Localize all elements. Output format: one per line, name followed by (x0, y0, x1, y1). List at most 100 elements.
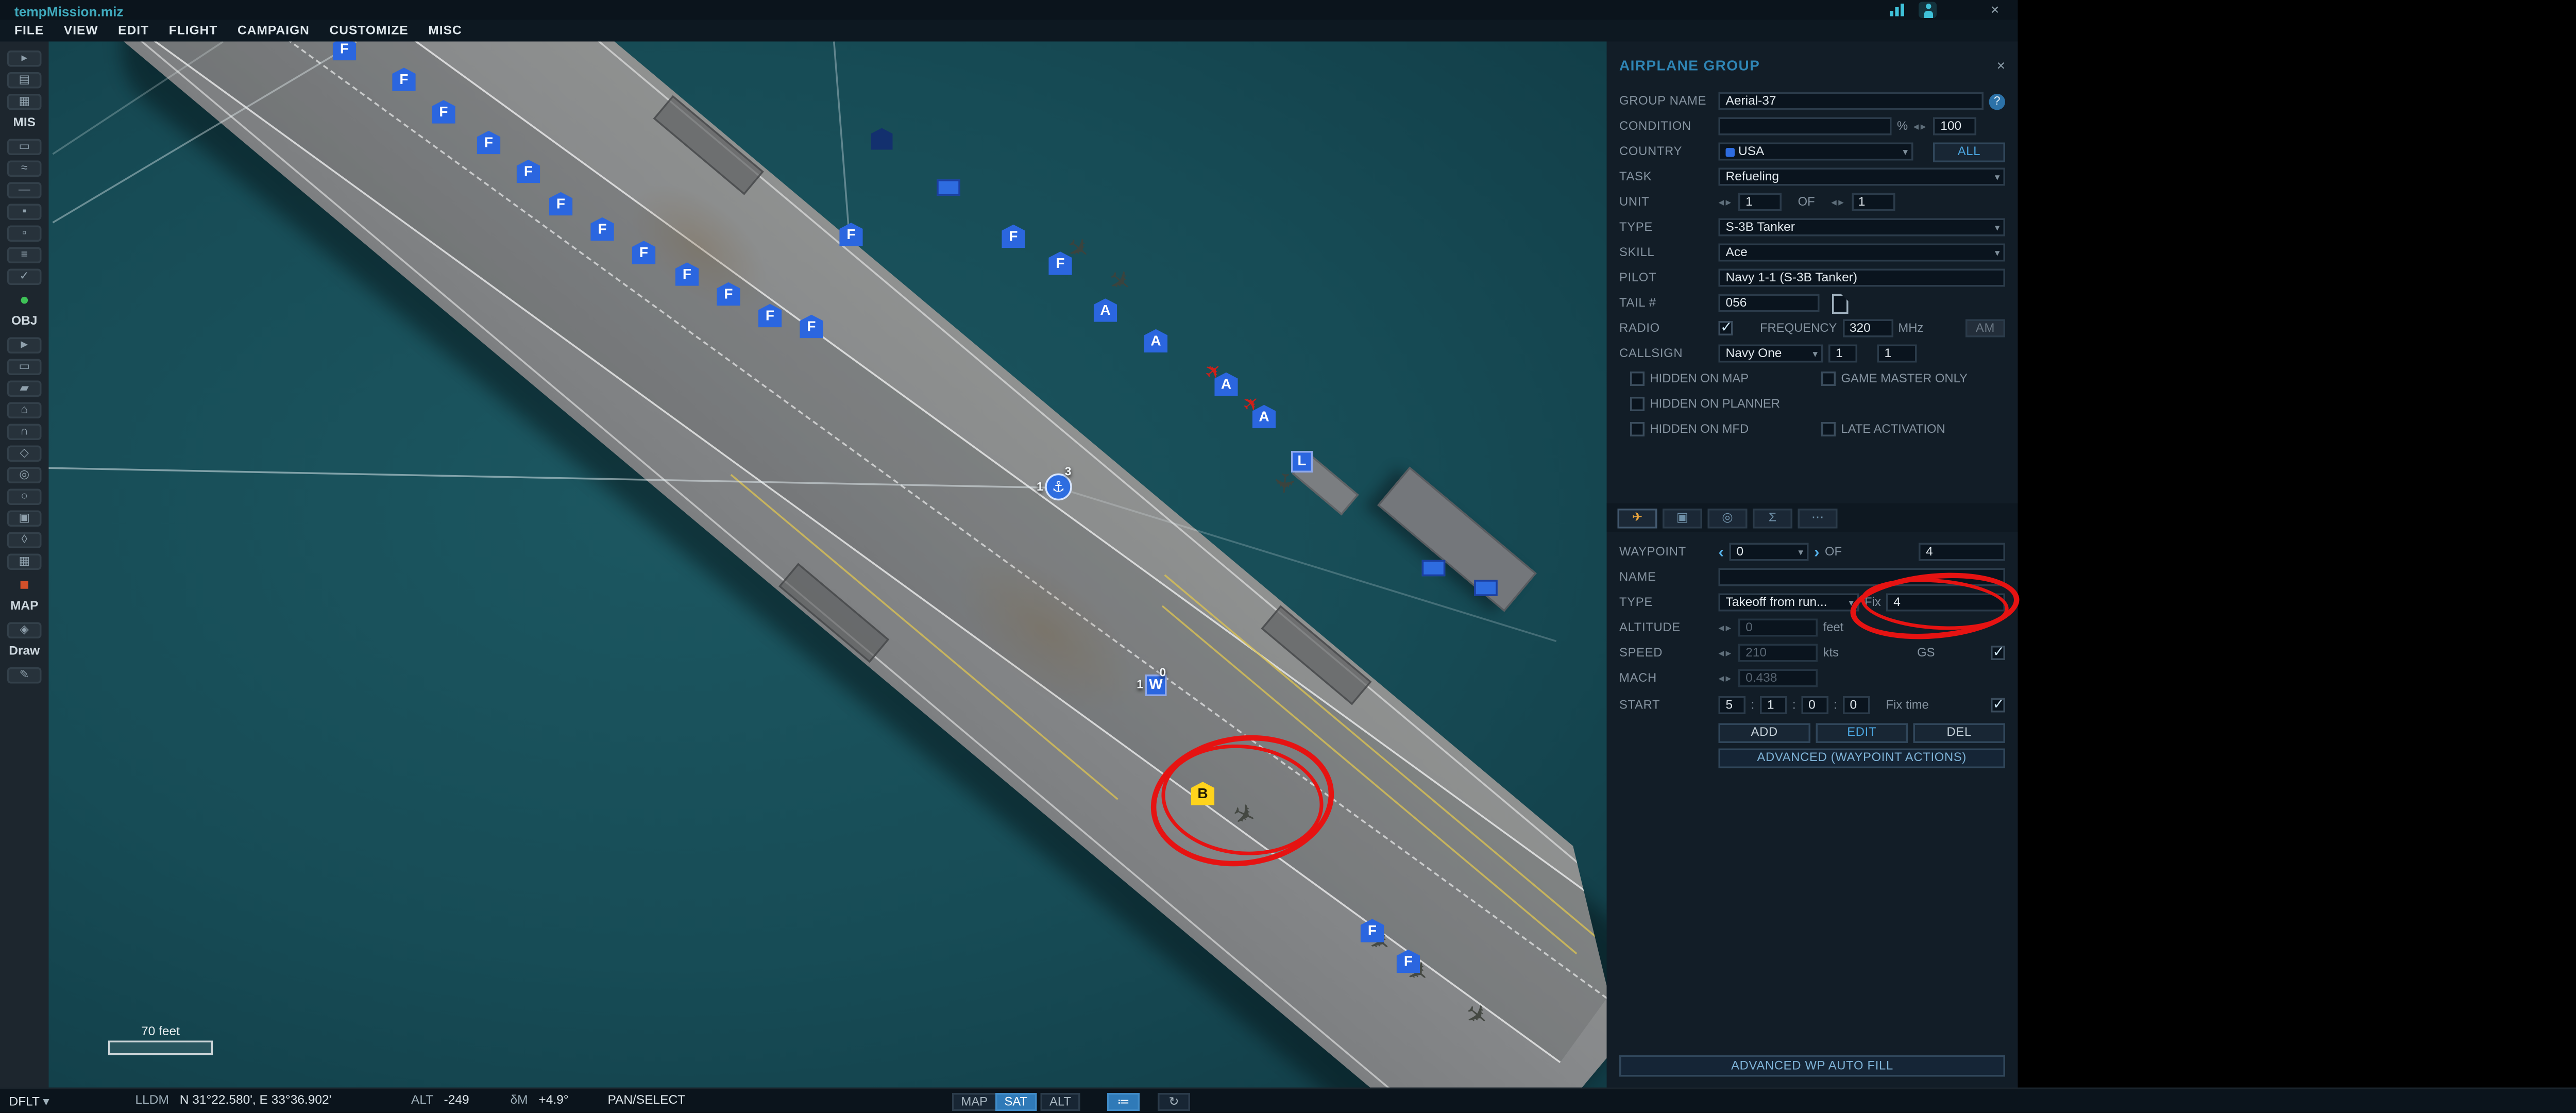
hidden-on-mfd-checkbox[interactable] (1630, 422, 1645, 436)
static-unit-4[interactable] (1474, 580, 1498, 596)
goals-tool[interactable]: ✓ (7, 268, 42, 284)
help-icon[interactable]: ? (1989, 93, 2006, 109)
waypoint-prev-icon[interactable] (1719, 543, 1724, 561)
altitude-stepper-icon[interactable] (1719, 621, 1733, 634)
menu-campaign[interactable]: CAMPAIGN (238, 24, 310, 37)
am-modulation-button[interactable]: AM (1965, 319, 2005, 338)
unit-f-14[interactable]: F (1002, 225, 1025, 248)
payload-tab[interactable]: ▣ (1663, 508, 1702, 528)
menu-misc[interactable]: MISC (428, 24, 462, 37)
hidden-on-map-checkbox[interactable] (1630, 372, 1645, 386)
map-viewport[interactable]: 70 feet ✈✈✈✈✈✈✈✈✈FFFFFFFFFFFFF1FFFFAAAAL… (49, 42, 1607, 1088)
add-ship-tool[interactable]: ▰ (7, 380, 42, 396)
sat-layer-button[interactable]: SAT (995, 1093, 1037, 1111)
unit-count-stepper-icon[interactable] (1719, 196, 1733, 209)
group-name-input[interactable]: Aerial-37 (1719, 92, 1984, 110)
late-activation-checkbox[interactable] (1821, 422, 1836, 436)
static-objects-tool[interactable]: ■ (7, 575, 42, 593)
unit-f-13[interactable]: F1 (839, 223, 863, 246)
carrier-unit[interactable]: ⚓13 (1045, 474, 1072, 501)
altitude-input[interactable]: 0 (1738, 619, 1818, 637)
add-trigger-zone-tool[interactable]: ○ (7, 488, 42, 504)
unit-total-stepper-icon[interactable] (1831, 196, 1845, 209)
advanced-wp-auto-fill-button[interactable]: ADVANCED WP AUTO FILL (1619, 1055, 2005, 1077)
callsign-number-input[interactable]: 1 (1877, 345, 1917, 363)
network-signal-icon[interactable] (1890, 4, 1906, 16)
aircraft-type-dropdown[interactable]: S-3B Tanker (1719, 218, 2006, 237)
unit-a-2[interactable]: A (1144, 329, 1168, 353)
advanced-waypoint-actions-button[interactable]: ADVANCED (WAYPOINT ACTIONS) (1719, 748, 2006, 768)
unit-a-1[interactable]: A (1094, 298, 1117, 322)
fix-time-checkbox[interactable] (1991, 698, 2005, 713)
waypoints-tab[interactable]: ✈ (1618, 508, 1657, 528)
player-icon[interactable] (1919, 2, 1937, 19)
add-objects-tool[interactable]: ▦ (7, 553, 42, 569)
callsign-flight-input[interactable]: 1 (1828, 345, 1857, 363)
menu-view[interactable]: VIEW (64, 24, 98, 37)
rules-tool[interactable]: ≡ (7, 246, 42, 263)
waypoint-edit-button[interactable]: EDIT (1816, 722, 1908, 743)
add-zone-tool[interactable]: ◎ (7, 466, 42, 483)
add-helicopter-tool[interactable]: ▭ (7, 358, 42, 375)
map-layer-button[interactable]: MAP (952, 1093, 997, 1111)
gs-checkbox[interactable] (1991, 646, 2005, 660)
unit-f-1[interactable]: F (333, 42, 357, 61)
all-countries-button[interactable]: ALL (1933, 142, 2005, 162)
select-tool[interactable]: ▸ (7, 49, 42, 66)
skill-dropdown[interactable]: Ace (1719, 244, 2006, 262)
filters-icon[interactable]: ≔ (1107, 1093, 1140, 1111)
static-unit-1[interactable] (871, 128, 893, 150)
menu-edit[interactable]: EDIT (118, 24, 149, 37)
aircraft-options-tab[interactable]: ◎ (1708, 508, 1748, 528)
unit-list-tool[interactable]: ▪ (7, 203, 42, 220)
speed-stepper-icon[interactable] (1719, 647, 1733, 660)
triggers-tool[interactable]: ▫ (7, 225, 42, 241)
panel-close-icon[interactable]: × (1997, 57, 2005, 73)
menu-flight[interactable]: FLIGHT (169, 24, 218, 37)
refresh-icon[interactable]: ↻ (1158, 1093, 1190, 1111)
draw-tool[interactable]: ✎ (7, 666, 42, 683)
alt-layer-button[interactable]: ALT (1041, 1093, 1080, 1111)
routes-tool[interactable]: — (7, 181, 42, 198)
unit-count-input[interactable]: 1 (1738, 193, 1782, 211)
speed-input[interactable]: 210 (1738, 644, 1818, 662)
condition-value-input[interactable]: 100 (1933, 117, 1976, 136)
game-master-only-checkbox[interactable] (1821, 372, 1836, 386)
add-static-tool[interactable]: ∩ (7, 423, 42, 440)
menu-file[interactable]: FILE (14, 24, 44, 37)
mach-input[interactable]: 0.438 (1738, 669, 1818, 687)
tail-number-input[interactable]: 056 (1719, 294, 1820, 312)
add-airplane-tool[interactable]: ► (7, 336, 42, 353)
mission-options-tool[interactable]: ▭ (7, 138, 42, 155)
callsign-dropdown[interactable]: Navy One (1719, 345, 1823, 363)
unit-l[interactable]: L (1291, 451, 1313, 473)
country-dropdown[interactable]: USA (1719, 143, 1913, 161)
add-farp-tool[interactable]: ▣ (7, 510, 42, 526)
waypoint-index-dropdown[interactable]: 0 (1730, 543, 1809, 561)
hidden-on-planner-checkbox[interactable] (1630, 397, 1645, 411)
static-unit-3[interactable] (1422, 560, 1446, 577)
weather-tool[interactable]: ≈ (7, 160, 42, 176)
condition-stepper-icon[interactable] (1913, 120, 1928, 133)
unit-total-input[interactable]: 1 (1851, 193, 1894, 211)
waypoint-add-button[interactable]: ADD (1719, 722, 1811, 743)
radio-checkbox[interactable] (1719, 321, 1733, 335)
summary-tab[interactable]: Σ (1753, 508, 1792, 528)
static-unit-2[interactable] (937, 179, 960, 196)
open-mission-tool[interactable]: ▤ (7, 71, 42, 88)
paste-icon[interactable] (1832, 293, 1849, 313)
start-minutes-input[interactable]: 0 (1801, 696, 1828, 714)
window-close-icon[interactable]: × (1991, 2, 1999, 19)
profile-selector[interactable]: DFLT ▾ (9, 1095, 49, 1109)
more-tab[interactable]: ⋯ (1798, 508, 1838, 528)
menu-customize[interactable]: CUSTOMIZE (329, 24, 408, 37)
start-hours-input[interactable]: 1 (1760, 696, 1787, 714)
start-seconds-input[interactable]: 0 (1843, 696, 1870, 714)
unit-w[interactable]: W10 (1145, 674, 1167, 696)
pilot-input[interactable]: Navy 1-1 (S-3B Tanker) (1719, 269, 2006, 287)
condition-input[interactable] (1719, 117, 1892, 136)
start-days-input[interactable]: 5 (1719, 696, 1746, 714)
waypoint-del-button[interactable]: DEL (1913, 722, 2006, 743)
waypoint-total-input[interactable]: 4 (1919, 543, 2005, 561)
frequency-input[interactable]: 320 (1842, 319, 1893, 338)
